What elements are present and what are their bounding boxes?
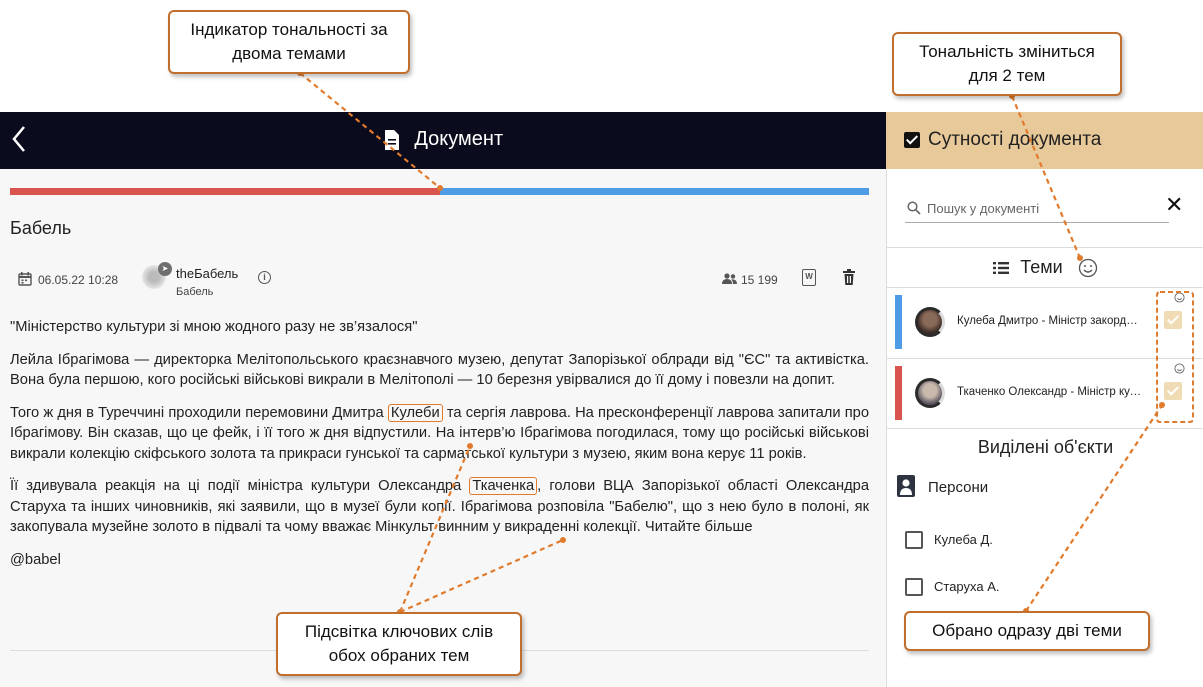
search-input[interactable] [927, 197, 1147, 219]
divider [887, 358, 1203, 359]
selected-objects-title: Виділені об'єкти [977, 437, 1114, 457]
trash-icon[interactable] [842, 269, 856, 285]
avatar [915, 307, 945, 337]
topic-color-stripe [895, 295, 902, 349]
document-panel: Бабель 06.05.22 10:28 ➤ theБабель Бабель… [0, 169, 886, 687]
person-checkbox[interactable] [905, 578, 923, 596]
entities-header: Сутності документа [886, 112, 1203, 169]
subscribers-count: 15 199 [741, 273, 778, 287]
export-word-icon[interactable]: W [802, 269, 816, 286]
topic-name: Ткаченко Олександр - Міністр культури [957, 386, 1143, 398]
paragraph-text: Того ж дня в Туреччині проходили перемов… [10, 404, 388, 421]
person-icon [897, 475, 915, 497]
topics-header: Теми [887, 257, 1203, 278]
topic-checkbox[interactable] [1164, 311, 1182, 329]
document-header: Документ [0, 112, 886, 169]
document-icon [384, 129, 399, 150]
entities-panel: ✕ Теми Кулеба Дмитро - Міністр закордонн… [886, 169, 1203, 687]
page-title: Документ [414, 128, 504, 151]
highlighted-keyword[interactable]: Ткаченка [469, 477, 538, 495]
topics-title: Теми [1020, 257, 1063, 277]
search-icon [907, 201, 921, 215]
paragraph-text: Її здивувала реакція на ці події міністр… [10, 478, 470, 494]
callout-keyword-highlight: Підсвітка ключових слів обох обраних тем [276, 612, 522, 676]
users-icon [722, 273, 737, 284]
header-title-group: Документ [0, 128, 886, 151]
paragraph: Лейла Ібрагімова — директорка Мелітополь… [10, 351, 869, 389]
paragraph: @babel [10, 551, 61, 568]
divider [887, 247, 1203, 248]
sentiment-smile-icon[interactable] [1078, 258, 1098, 278]
info-icon[interactable]: i [258, 271, 271, 284]
close-icon[interactable]: ✕ [1165, 194, 1185, 217]
topic-item[interactable]: Кулеба Дмитро - Міністр закордонних спра… [895, 292, 1197, 361]
list-icon [993, 262, 1010, 275]
entities-toggle-checkbox[interactable] [904, 132, 920, 148]
document-meta: 06.05.22 10:28 ➤ theБабель Бабель i 15 1… [18, 262, 868, 305]
persons-label: Персони [928, 479, 989, 496]
highlighted-keyword[interactable]: Кулеби [387, 403, 443, 422]
channel-subtitle: Бабель [176, 286, 214, 298]
person-name: Старуха А. [934, 579, 1000, 594]
topic-item[interactable]: Ткаченко Олександр - Міністр культури [895, 363, 1197, 432]
search-box [905, 197, 1169, 223]
entities-title: Сутності документа [928, 129, 1102, 150]
divider [887, 287, 1203, 288]
callout-tone-indicator: Індикатор тональності за двома темами [168, 10, 410, 74]
topic-color-stripe [895, 366, 902, 420]
sentiment-smile-icon [1174, 363, 1185, 374]
divider [887, 428, 1203, 429]
telegram-icon: ➤ [158, 262, 172, 276]
callout-tone-change: Тональність зміниться для 2 тем [892, 32, 1122, 96]
channel-name[interactable]: theБабель [176, 266, 238, 281]
calendar-icon [18, 272, 32, 286]
tone-indicator [10, 188, 869, 195]
topic-checkbox[interactable] [1164, 382, 1182, 400]
avatar [915, 378, 945, 408]
topic-name: Кулеба Дмитро - Міністр закордонних спра… [957, 315, 1143, 327]
paragraph: Її здивувала реакція на ці події міністр… [10, 476, 869, 538]
tone-negative-segment [10, 188, 440, 195]
person-checkbox[interactable] [905, 531, 923, 549]
sentiment-smile-icon [1174, 292, 1185, 303]
paragraph: Того ж дня в Туреччині проходили перемов… [10, 403, 869, 465]
paragraph: "Міністерство культури зі мною жодного р… [10, 319, 418, 335]
document-date: 06.05.22 10:28 [38, 273, 119, 287]
callout-two-topics: Обрано одразу дві теми [904, 611, 1150, 651]
document-body: "Міністерство культури зі мною жодного р… [10, 317, 869, 582]
person-name: Кулеба Д. [934, 532, 993, 547]
document-source: Бабель [10, 218, 72, 238]
tone-positive-segment [439, 188, 869, 195]
